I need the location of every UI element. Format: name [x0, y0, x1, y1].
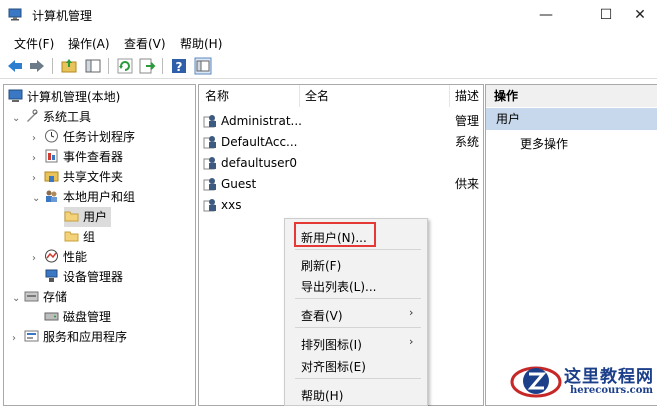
menu-help[interactable]: 帮助(H) — [180, 35, 222, 52]
tree-item-local-users-groups[interactable]: ⌄ 本地用户和组 — [32, 187, 135, 207]
chevron-right-icon[interactable]: › — [32, 149, 44, 169]
tree-item-users[interactable]: 用户 — [64, 207, 112, 227]
column-header-description[interactable]: 描述 — [455, 85, 479, 107]
highlight-box — [294, 222, 376, 247]
watermark-title: 这里教程网 — [564, 367, 654, 387]
export-icon[interactable] — [138, 57, 156, 75]
list-cell-description: 供来 — [455, 177, 480, 191]
tree-item-device-manager[interactable]: 设备管理器 — [44, 267, 123, 287]
column-header-name[interactable]: 名称 — [205, 85, 229, 107]
storage-icon — [24, 291, 39, 302]
user-icon — [203, 199, 216, 212]
menu-file[interactable]: 文件(F) — [14, 35, 54, 52]
tools-icon — [27, 109, 38, 122]
chevron-right-icon[interactable]: › — [32, 249, 44, 269]
tree-pane: 计算机管理(本地) ⌄ 系统工具 › 任务计划程序 › 事件查看器 › 共享文件夹 ⌄ 本… — [3, 84, 196, 406]
watermark-logo-icon — [510, 366, 562, 398]
tree-item-root[interactable]: 计算机管理(本地) — [8, 87, 120, 107]
menu-item-export-list[interactable]: 导出列表(L)... — [301, 278, 377, 295]
chevron-down-icon[interactable]: ⌄ — [32, 189, 44, 209]
tree-item-shared-folders[interactable]: › 共享文件夹 — [32, 167, 123, 187]
user-icon — [203, 136, 216, 149]
list-cell-description: 管理 — [455, 114, 480, 128]
user-icon — [203, 157, 216, 170]
disk-icon — [44, 312, 59, 321]
menu-item-arrange-icons[interactable]: 排列图标(I) — [301, 336, 362, 353]
up-folder-icon[interactable] — [60, 57, 78, 75]
svg-text:?: ? — [176, 60, 183, 74]
actions-header: 操作 — [486, 85, 657, 107]
close-button[interactable]: ✕ — [618, 0, 657, 30]
services-icon — [24, 330, 39, 342]
shared-folder-icon — [44, 171, 59, 182]
menu-item-view[interactable]: 查看(V) — [301, 307, 343, 324]
more-actions-link[interactable]: 更多操作 — [520, 135, 568, 152]
user-icon — [203, 178, 216, 191]
menu-view[interactable]: 查看(V) — [124, 35, 166, 52]
chevron-down-icon[interactable]: ⌄ — [12, 289, 24, 309]
list-item[interactable]: Guest — [203, 174, 256, 194]
properties-icon[interactable] — [194, 57, 212, 75]
chevron-right-icon[interactable]: › — [32, 169, 44, 189]
device-manager-icon — [45, 269, 58, 282]
title-bar: 计算机管理 — ☐ ✕ — [0, 0, 657, 30]
users-group-icon — [46, 190, 57, 202]
chevron-down-icon[interactable]: ⌄ — [12, 109, 24, 129]
menu-action[interactable]: 操作(A) — [68, 35, 110, 52]
forward-icon[interactable] — [28, 57, 46, 75]
computer-management-icon — [8, 8, 22, 21]
minimize-button[interactable]: — — [524, 0, 568, 30]
show-tree-icon[interactable] — [84, 57, 102, 75]
watermark-url: herecours.com — [570, 385, 654, 396]
clock-icon — [45, 129, 58, 143]
tree-item-performance[interactable]: › 性能 — [32, 247, 87, 267]
tree-item-event-viewer[interactable]: › 事件查看器 — [32, 147, 123, 167]
chevron-right-icon[interactable]: › — [12, 329, 24, 349]
chevron-right-icon[interactable]: › — [32, 129, 44, 149]
list-item[interactable]: Administrat... — [203, 111, 302, 131]
folder-icon — [64, 231, 79, 242]
tree-item-task-scheduler[interactable]: › 任务计划程序 — [32, 127, 135, 147]
list-cell-description: 系统 — [455, 135, 480, 149]
chevron-right-icon: › — [409, 335, 414, 348]
list-item[interactable]: DefaultAcc... — [203, 132, 297, 152]
tree-item-system-tools[interactable]: ⌄ 系统工具 — [12, 107, 91, 127]
tree-item-services-apps[interactable]: › 服务和应用程序 — [12, 327, 127, 347]
menu-item-refresh[interactable]: 刷新(F) — [301, 257, 341, 274]
computer-management-icon — [8, 89, 23, 102]
list-item[interactable]: xxs — [203, 195, 241, 215]
column-header-fullname[interactable]: 全名 — [305, 85, 329, 107]
chevron-right-icon: › — [409, 306, 414, 319]
back-icon[interactable] — [6, 57, 24, 75]
window-title: 计算机管理 — [32, 9, 93, 23]
event-viewer-icon — [45, 149, 58, 163]
tree-item-groups[interactable]: 组 — [64, 227, 95, 247]
refresh-icon[interactable] — [116, 57, 134, 75]
menu-item-align-icons[interactable]: 对齐图标(E) — [301, 358, 366, 375]
toolbar: ? — [0, 54, 657, 79]
performance-icon — [45, 249, 58, 263]
menu-bar: 文件(F) 操作(A) 查看(V) 帮助(H) — [0, 31, 657, 53]
list-item[interactable]: defaultuser0 — [203, 153, 297, 173]
help-icon[interactable]: ? — [170, 57, 188, 75]
menu-item-help[interactable]: 帮助(H) — [301, 387, 343, 404]
user-icon — [203, 115, 216, 128]
folder-icon — [64, 211, 79, 222]
actions-section-users[interactable]: 用户 — [486, 108, 657, 130]
tree-item-storage[interactable]: ⌄ 存储 — [12, 287, 67, 307]
tree-item-disk-management[interactable]: 磁盘管理 — [44, 307, 111, 327]
watermark: 这里教程网 herecours.com — [506, 358, 656, 404]
